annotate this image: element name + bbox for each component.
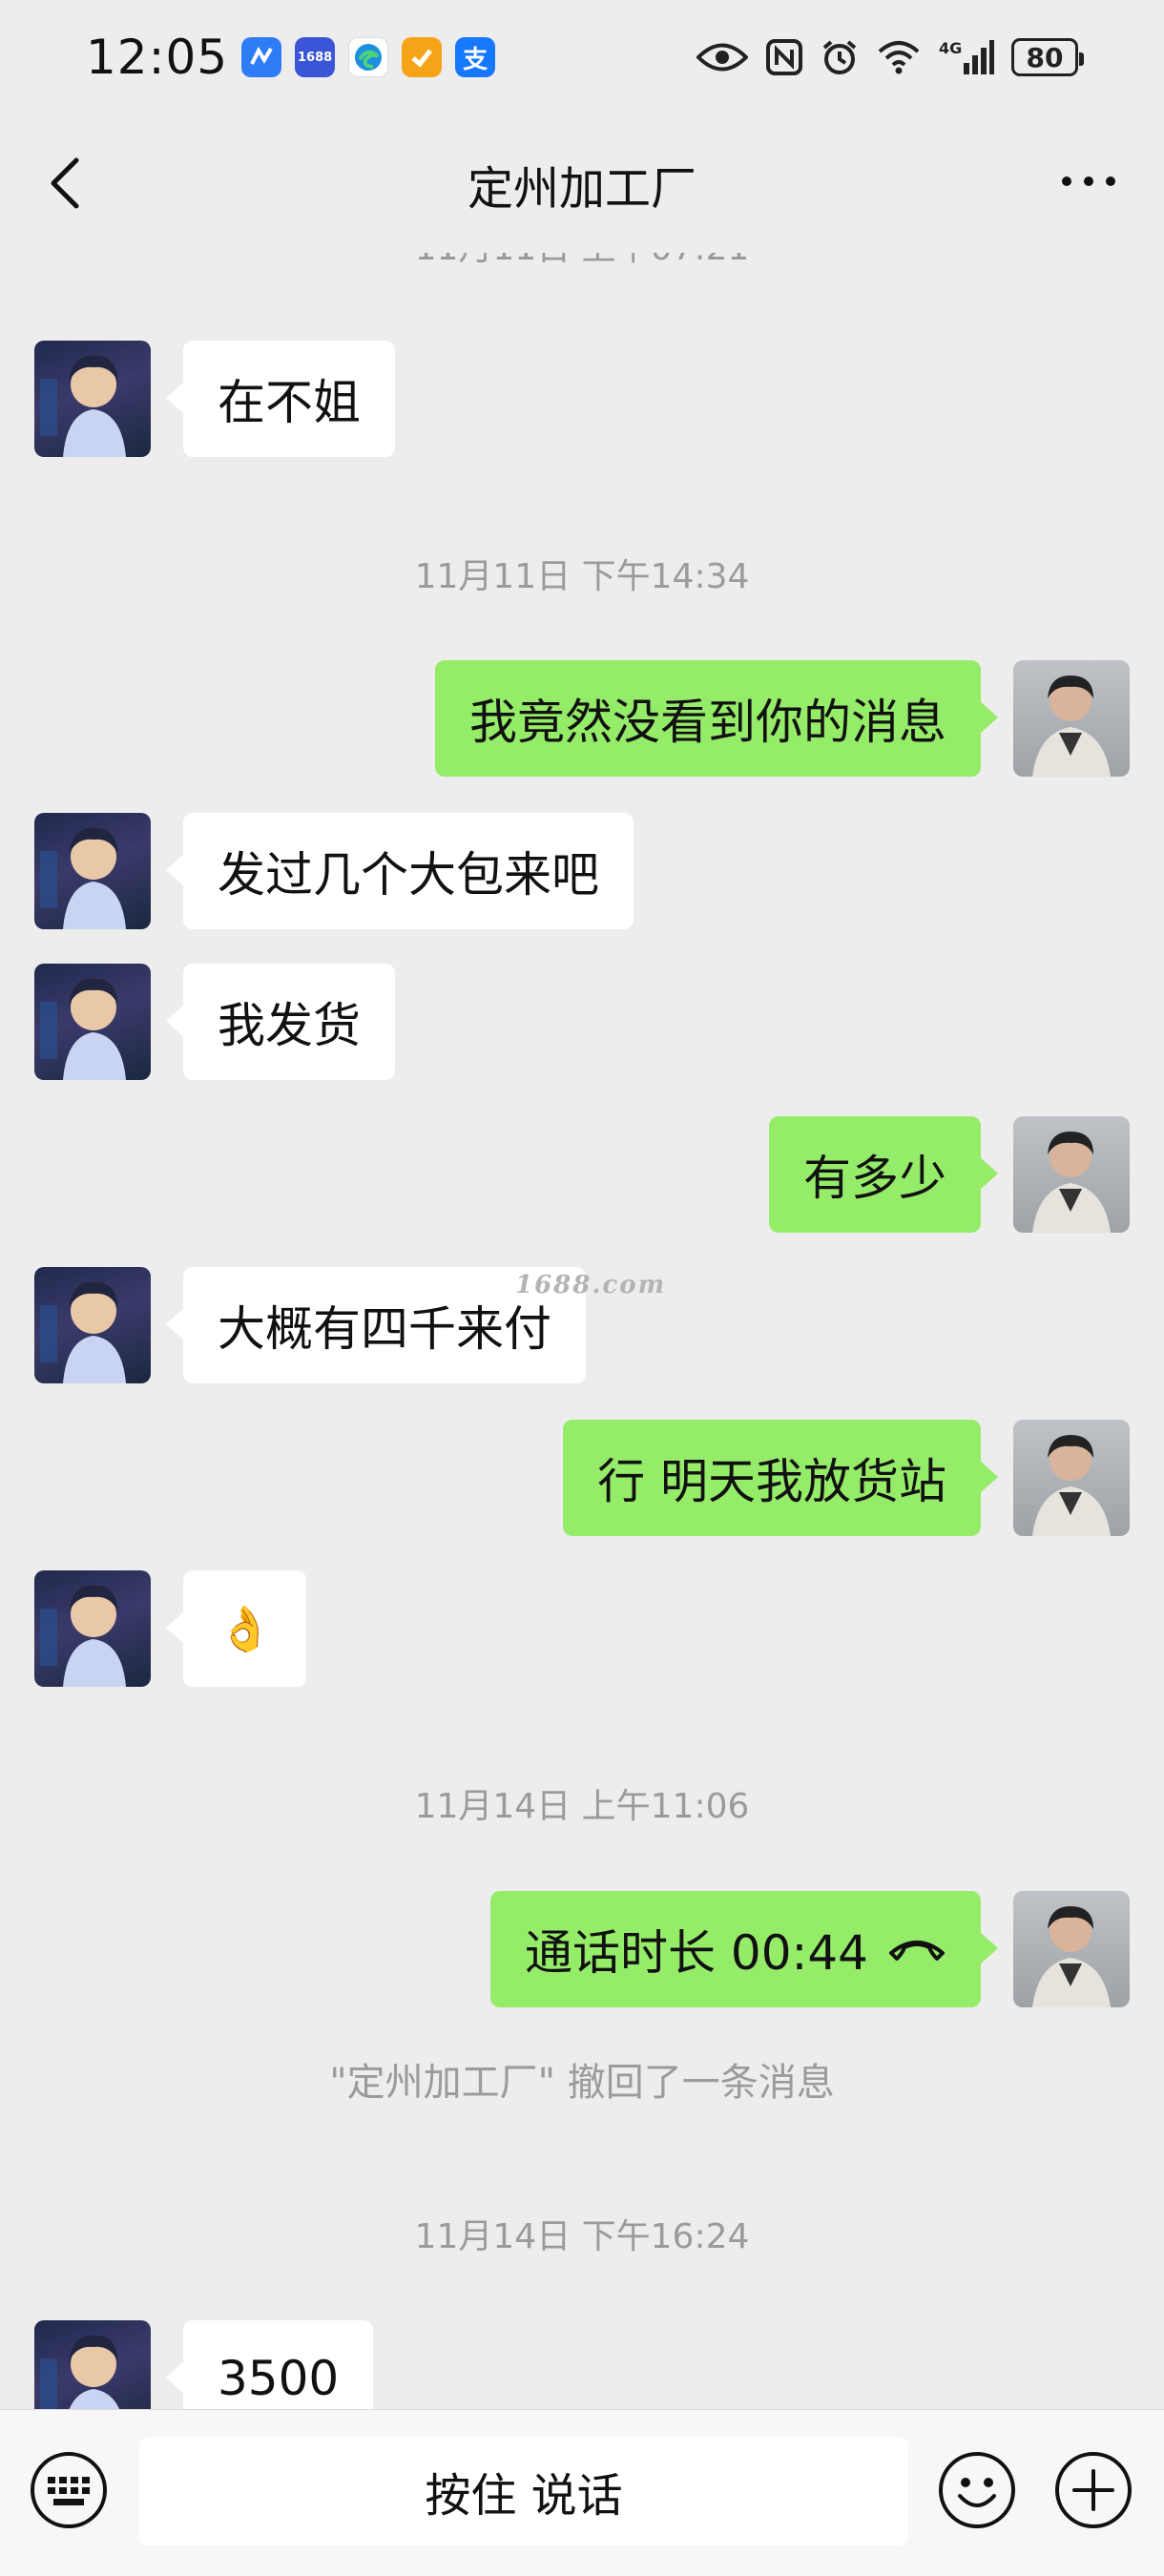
- contact-avatar[interactable]: [34, 1570, 151, 1687]
- my-avatar[interactable]: [1013, 1116, 1130, 1233]
- chat-header: 定州加工厂: [0, 114, 1164, 253]
- call-record-bubble[interactable]: 通话时长 00:44: [490, 1891, 998, 2007]
- contact-avatar[interactable]: [34, 1267, 151, 1383]
- more-options-icon[interactable]: [1055, 162, 1122, 200]
- nfc-icon: [766, 39, 802, 75]
- 1688-app-icon: 1688: [295, 37, 336, 77]
- phone-hangup-icon: [889, 1941, 945, 1961]
- orange-app-icon: [402, 37, 443, 77]
- plus-icon[interactable]: [1053, 2450, 1133, 2530]
- alipay-icon: 支: [455, 37, 496, 77]
- notification-app-icons: 1688 支: [241, 37, 496, 77]
- edge-browser-icon: [348, 37, 389, 77]
- status-time: 12:05: [86, 30, 229, 85]
- timestamp: 11月14日 下午16:24: [414, 2217, 750, 2256]
- my-avatar[interactable]: [1013, 1891, 1130, 2007]
- timestamp: 11月14日 上午11:06: [414, 1787, 750, 1826]
- message-bubble-outgoing[interactable]: 我竟然没看到你的消息: [435, 660, 998, 777]
- my-avatar[interactable]: [1013, 660, 1130, 777]
- message-bubble-outgoing[interactable]: 有多少: [769, 1116, 998, 1233]
- chat-title: 定州加工厂: [467, 161, 696, 216]
- message-list[interactable]: 11月11日 上午07:21 在不姐 11月11日 下午14:34 我竟然没看到…: [0, 253, 1164, 2409]
- message-bubble-incoming[interactable]: 3500: [165, 2320, 374, 2409]
- timestamp-partial: 11月11日 上午07:21: [0, 253, 1164, 270]
- eye-icon: [696, 43, 748, 72]
- back-arrow-icon[interactable]: [42, 155, 90, 212]
- battery-indicator: 80: [1011, 38, 1084, 76]
- status-indicators: 4G 80: [696, 38, 1084, 76]
- svg-text:4G: 4G: [939, 39, 962, 57]
- watermark: 1688.com: [515, 1271, 667, 1299]
- contact-avatar[interactable]: [34, 2320, 151, 2409]
- message-bubble-incoming[interactable]: 发过几个大包来吧: [166, 813, 634, 929]
- call-duration-text: 通话时长 00:44: [525, 1925, 868, 1981]
- cellular-signal-icon: 4G: [939, 39, 994, 74]
- recall-notice: "定州加工厂" 撤回了一条消息: [329, 2061, 835, 2105]
- message-bubble-incoming[interactable]: 我发货: [166, 964, 395, 1080]
- my-avatar[interactable]: [1013, 1420, 1130, 1536]
- contact-avatar[interactable]: [34, 964, 151, 1080]
- status-bar: 12:05 1688 支 4G 80: [0, 0, 1164, 114]
- message-bubble-incoming[interactable]: 在不姐: [166, 341, 395, 457]
- wifi-icon: [878, 41, 920, 74]
- keyboard-toggle-icon[interactable]: [29, 2450, 109, 2530]
- hold-to-talk-button[interactable]: 按住 说话: [139, 2437, 908, 2545]
- app-icon-blue: [241, 37, 282, 77]
- emoji-icon[interactable]: [937, 2450, 1017, 2530]
- message-bubble-outgoing[interactable]: 行 明天我放货站: [563, 1420, 998, 1536]
- contact-avatar[interactable]: [34, 813, 151, 929]
- timestamp: 11月11日 下午14:34: [414, 557, 750, 596]
- contact-avatar[interactable]: [34, 341, 151, 457]
- message-bubble-emoji[interactable]: 👌: [165, 1570, 307, 1687]
- alarm-icon: [822, 40, 857, 74]
- input-bar: 按住 说话: [0, 2409, 1164, 2576]
